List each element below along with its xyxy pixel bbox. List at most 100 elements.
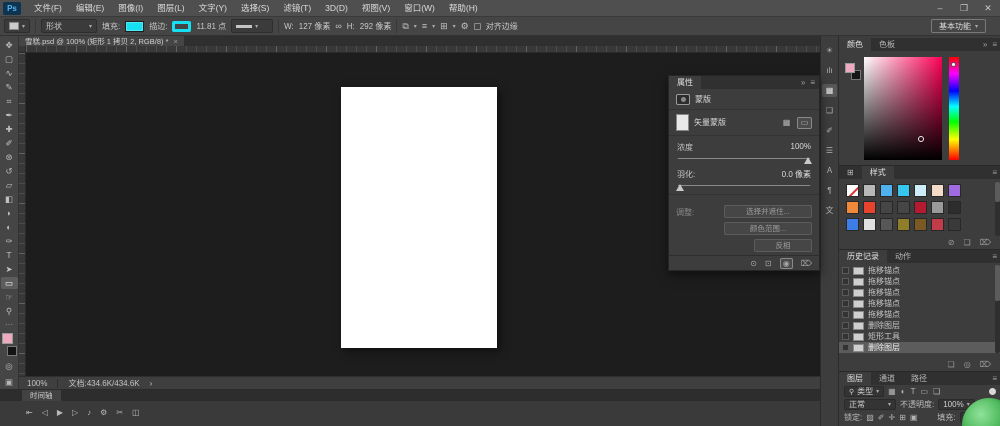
load-selection-icon[interactable]: ⊙ <box>750 259 757 268</box>
style-swatch[interactable] <box>863 201 876 214</box>
style-swatch[interactable] <box>948 201 961 214</box>
zoom-tool[interactable]: ⚲ <box>1 305 18 317</box>
history-state-row[interactable]: 拖移锚点 <box>839 309 1000 320</box>
collapse-dock-icon[interactable]: » <box>983 40 987 49</box>
menu-item[interactable]: 滤镜(T) <box>276 2 318 14</box>
add-pixel-mask-button[interactable]: ▦ <box>779 117 794 129</box>
history-state-row[interactable]: 删除图层 <box>839 320 1000 331</box>
type-tool[interactable]: T <box>1 249 18 261</box>
vector-mask-thumbnail[interactable] <box>676 114 689 131</box>
quick-mask-mode-button[interactable]: ◎ <box>1 360 18 372</box>
status-chevron-icon[interactable]: › <box>150 379 153 388</box>
next-frame-button[interactable]: ▷ <box>72 408 78 417</box>
tab-styles[interactable]: 样式 <box>862 166 894 179</box>
style-swatch[interactable] <box>880 218 893 231</box>
tab-history[interactable]: 历史记录 <box>839 250 887 263</box>
style-swatch[interactable] <box>880 184 893 197</box>
stroke-type-select[interactable]: ▾ <box>231 19 273 33</box>
style-swatch[interactable] <box>863 218 876 231</box>
lock-all-icon[interactable]: ▣ <box>910 413 918 422</box>
navigator-panel-icon[interactable]: ▦ <box>822 84 837 97</box>
style-swatch[interactable] <box>880 201 893 214</box>
vertical-ruler[interactable] <box>19 53 26 376</box>
delete-mask-icon[interactable]: ⌦ <box>801 259 812 268</box>
close-button[interactable]: ✕ <box>976 3 1000 14</box>
screen-mode-button[interactable]: ▣ <box>1 376 18 388</box>
blend-mode-select[interactable]: 正常 ▾ <box>844 399 896 410</box>
menu-item[interactable]: 3D(D) <box>318 3 355 13</box>
density-value[interactable]: 100% <box>791 142 811 153</box>
history-state-row[interactable]: 拖移锚点 <box>839 298 1000 309</box>
tab-actions[interactable]: 动作 <box>887 250 919 263</box>
document-artboard[interactable] <box>341 87 497 348</box>
style-swatch[interactable] <box>897 184 910 197</box>
hand-tool[interactable]: ☞ <box>1 291 18 303</box>
path-selection-tool[interactable]: ➤ <box>1 263 18 275</box>
first-frame-button[interactable]: ⇤ <box>26 408 33 417</box>
scrollbar[interactable] <box>995 265 1000 353</box>
dodge-tool[interactable]: ◐ <box>1 221 18 233</box>
history-brush-source-box[interactable] <box>842 278 849 285</box>
style-swatch[interactable] <box>931 218 944 231</box>
shape-tool[interactable]: ▭ <box>1 277 18 289</box>
new-snapshot-camera-icon[interactable]: ◎ <box>964 360 971 369</box>
style-swatch[interactable] <box>863 184 876 197</box>
color-cursor[interactable] <box>918 136 924 142</box>
lock-transparency-icon[interactable]: ▨ <box>866 413 874 422</box>
play-button[interactable]: ▶ <box>57 408 63 417</box>
zoom-level-field[interactable]: 100% <box>27 379 47 388</box>
history-brush-source-box[interactable] <box>842 289 849 296</box>
delete-state-icon[interactable]: ⌦ <box>980 360 991 369</box>
style-swatch[interactable] <box>846 184 859 197</box>
history-brush-source-box[interactable] <box>842 333 849 340</box>
foreground-color-swatch[interactable] <box>2 333 13 344</box>
filter-shape-layers-icon[interactable]: ▭ <box>920 387 928 396</box>
feather-slider-handle[interactable] <box>676 184 684 191</box>
panel-menu-icon[interactable]: ≡ <box>992 168 997 177</box>
foreground-color-chip[interactable] <box>845 63 855 73</box>
style-swatch[interactable] <box>914 201 927 214</box>
tab-close-icon[interactable]: × <box>174 37 178 46</box>
height-value[interactable]: 292 像素 <box>360 21 392 32</box>
history-state-row[interactable]: 拖移锚点 <box>839 287 1000 298</box>
style-swatch[interactable] <box>931 201 944 214</box>
color-range-button[interactable]: 颜色范围... <box>724 222 812 235</box>
menu-item[interactable]: 编辑(E) <box>69 2 111 14</box>
menu-item[interactable]: 帮助(H) <box>442 2 485 14</box>
audio-button[interactable]: ♪ <box>87 408 91 417</box>
pen-tool[interactable]: ✑ <box>1 235 18 247</box>
split-button[interactable]: ✂ <box>116 408 123 417</box>
hue-slider[interactable] <box>949 57 959 160</box>
edit-toolbar-ellipsis-icon[interactable]: ⋯ <box>5 320 13 329</box>
density-slider[interactable] <box>678 155 810 163</box>
panel-menu-icon[interactable]: ≡ <box>810 78 815 87</box>
add-vector-mask-button[interactable]: ▭ <box>797 117 812 129</box>
width-value[interactable]: 127 像素 <box>299 21 331 32</box>
document-tab[interactable]: 雪糕.psd @ 100% (矩形 1 拷贝 2, RGB/8) * × <box>19 36 184 46</box>
stroke-width-value[interactable]: 11.81 点 <box>196 21 226 32</box>
filter-pixel-layers-icon[interactable]: ▦ <box>888 387 896 396</box>
clear-style-icon[interactable]: ⊘ <box>948 238 955 247</box>
tab-properties[interactable]: 属性 <box>669 76 701 89</box>
history-brush-source-box[interactable] <box>842 311 849 318</box>
gear-icon[interactable]: ⚙ <box>461 21 469 32</box>
fill-color-swatch[interactable] <box>125 21 144 32</box>
select-and-mask-button[interactable]: 选择并遮住... <box>724 205 812 218</box>
menu-item[interactable]: 图层(L) <box>150 2 191 14</box>
tab-color[interactable]: 颜色 <box>839 38 871 51</box>
scrollbar[interactable] <box>995 182 1000 236</box>
menu-item[interactable]: 图像(I) <box>111 2 150 14</box>
quick-selection-tool[interactable]: ✎ <box>1 81 18 93</box>
adjustments-panel-icon[interactable]: ☀ <box>822 44 837 57</box>
delete-style-icon[interactable]: ⌦ <box>980 238 991 247</box>
marquee-tool[interactable]: ▢ <box>1 53 18 65</box>
foreground-background-swatches[interactable] <box>1 333 18 356</box>
hue-slider-handle[interactable] <box>951 62 956 67</box>
filter-type-layers-icon[interactable]: T <box>911 387 916 396</box>
brush-tool[interactable]: ✐ <box>1 137 18 149</box>
tab-adjustments-icon[interactable]: ⊞ <box>839 166 862 179</box>
history-brush-source-box[interactable] <box>842 344 849 351</box>
style-swatch[interactable] <box>948 218 961 231</box>
history-state-row[interactable]: 拖移锚点 <box>839 265 1000 276</box>
tab-timeline[interactable]: 时间轴 <box>22 390 61 401</box>
